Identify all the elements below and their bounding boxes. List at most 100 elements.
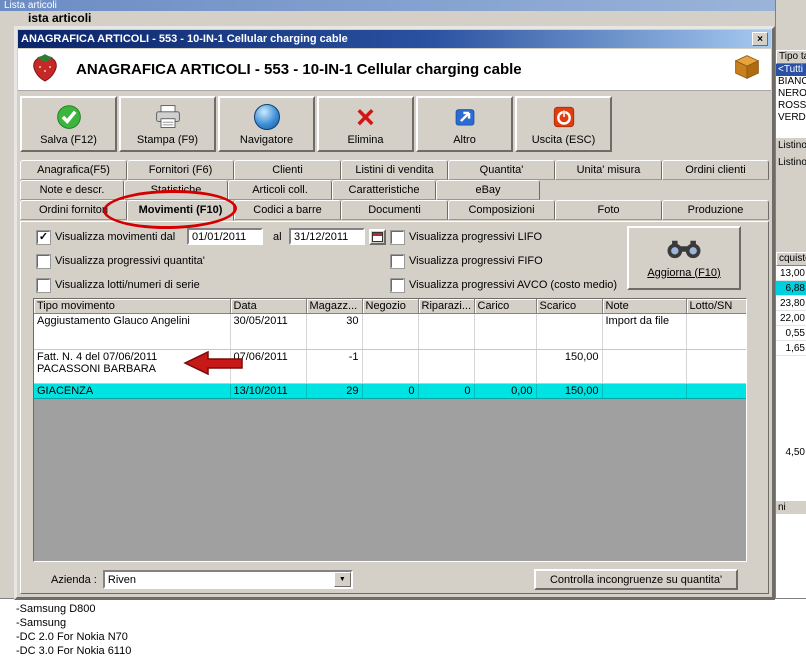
background-table-area [776,514,806,598]
list-item[interactable]: -DC 3.0 For Nokia 6110 [16,644,806,658]
checkbox-progressivi-quantita[interactable]: ✓ Visualizza progressivi quantita' [36,253,205,269]
list-item[interactable]: -Samsung D800 [16,602,806,616]
cell-tipo: GIACENZA [34,383,231,399]
column-header[interactable]: Riparazi... [418,299,475,314]
al-label: al [273,231,282,243]
background-filter-list: <Tutti BIANC NERO ROSS VERD [776,64,806,138]
tab-listini-vendita[interactable]: Listini di vendita [341,160,448,180]
tab-unita-misura[interactable]: Unita' misura [555,160,662,180]
table-row-giacenza[interactable]: GIACENZA 13/10/2011 29 0 0 0,00 150,00 [34,383,746,399]
stampa-button[interactable]: Stampa (F9) [119,96,216,152]
column-header[interactable]: Data [230,299,307,314]
strawberry-icon [28,51,62,88]
cell-negozio: 0 [362,383,419,399]
checkbox-lotti-serie[interactable]: ✓ Visualizza lotti/numeri di serie [36,277,200,293]
tab-anagrafica[interactable]: Anagrafica(F5) [20,160,127,180]
checkbox-progressivi-lifo[interactable]: ✓ Visualizza progressivi LIFO [390,229,542,245]
list-item[interactable]: ROSS [776,100,806,112]
checkbox-icon: ✓ [36,277,51,293]
tab-ebay[interactable]: eBay [436,180,540,200]
azienda-select[interactable]: Riven ▼ [102,570,353,589]
background-window-title: Lista articoli [4,0,57,11]
altro-button[interactable]: Altro [416,96,513,152]
column-header[interactable]: Magazz... [306,299,363,314]
cell-scarico [536,313,603,350]
price-cell: 1,65 [776,341,806,356]
checkbox-icon: ✓ [390,277,405,293]
cell-lotto [686,383,746,399]
screen: Lista articoli ista articoli Tipo ta <Tu… [0,0,806,659]
cell-scarico: 150,00 [536,349,603,384]
checkbox-icon: ✓ [390,253,405,269]
listino-label: Listino [778,140,806,151]
uscita-button[interactable]: Uscita (ESC) [515,96,612,152]
cell-carico: 0,00 [474,383,537,399]
salva-button[interactable]: Salva (F12) [20,96,117,152]
azienda-label: Azienda : [51,573,97,586]
tab-note-descr[interactable]: Note e descr. [20,180,124,200]
price-cell: 13,00 [776,266,806,281]
tab-fornitori[interactable]: Fornitori (F6) [127,160,234,180]
chevron-down-icon[interactable]: ▼ [333,572,351,587]
tab-codici-barre[interactable]: Codici a barre [234,200,341,220]
dialog-header: ANAGRAFICA ARTICOLI - 553 - 10-IN-1 Cell… [18,49,771,91]
close-button[interactable]: × [752,32,768,46]
tab-quantita[interactable]: Quantita' [448,160,555,180]
background-article-list: -Samsung D800 -Samsung -DC 2.0 For Nokia… [0,598,806,659]
list-item[interactable]: -DC 2.0 For Nokia N70 [16,630,806,644]
checkbox-icon: ✓ [390,229,405,245]
table-row[interactable]: Fatt. N. 4 del 07/06/2011 PACASSONI BARB… [34,349,746,384]
tab-caratteristiche[interactable]: Caratteristiche [332,180,436,200]
movimenti-panel: ✓ Visualizza movimenti dal al ✓ Visualiz… [20,221,769,594]
background-price-table: 13,00 6,88 23,80 22,00 0,55 1,65 4,50 [776,266,806,500]
controlla-incongruenze-button[interactable]: Controlla incongruenze su quantita' [534,569,738,590]
delete-x-icon: × [356,99,375,135]
altro-arrow-icon [452,102,478,132]
checkbox-visualizza-movimenti[interactable]: ✓ Visualizza movimenti dal [36,229,175,245]
column-header[interactable]: Note [602,299,687,314]
navigatore-button[interactable]: Navigatore [218,96,315,152]
page-title: ANAGRAFICA ARTICOLI - 553 - 10-IN-1 Cell… [76,61,522,78]
tab-ordini-clienti[interactable]: Ordini clienti [662,160,769,180]
price-cell: 22,00 [776,311,806,326]
calendar-button[interactable] [369,229,386,245]
cell-carico [474,313,537,350]
column-header[interactable]: Carico [474,299,537,314]
list-item[interactable]: <Tutti [776,64,806,76]
azienda-value: Riven [107,573,136,586]
package-icon [733,53,761,86]
tab-documenti[interactable]: Documenti [341,200,448,220]
tab-articoli-coll[interactable]: Articoli coll. [228,180,332,200]
cell-carico [474,349,537,384]
tab-clienti[interactable]: Clienti [234,160,341,180]
tab-produzione[interactable]: Produzione [662,200,769,220]
list-item[interactable]: NERO [776,88,806,100]
list-item[interactable]: -Samsung [16,616,806,630]
date-from-input[interactable] [187,228,263,245]
printer-icon [153,102,183,132]
checkbox-progressivi-avco[interactable]: ✓ Visualizza progressivi AVCO (costo med… [390,277,617,293]
elimina-button[interactable]: × Elimina [317,96,414,152]
background-right-panel: Tipo ta <Tutti BIANC NERO ROSS VERD List… [775,0,806,598]
background-partial-label: ni [776,500,806,514]
column-header[interactable]: Scarico [536,299,603,314]
checkbox-progressivi-fifo[interactable]: ✓ Visualizza progressivi FIFO [390,253,543,269]
cell-negozio [362,313,419,350]
dialog-titlebar[interactable]: ANAGRAFICA ARTICOLI - 553 - 10-IN-1 Cell… [18,30,771,48]
column-header[interactable]: Lotto/SN [686,299,746,314]
close-icon: × [757,33,763,45]
tab-foto[interactable]: Foto [555,200,662,220]
tab-composizioni[interactable]: Composizioni [448,200,555,220]
cell-riparazi [418,349,475,384]
column-header[interactable]: Tipo movimento [34,299,231,314]
date-to-input[interactable] [289,228,365,245]
list-item[interactable]: VERD [776,112,806,124]
list-item[interactable]: BIANC [776,76,806,88]
table-row[interactable]: Aggiustamento Glauco Angelini 30/05/2011… [34,313,746,350]
aggiorna-button[interactable]: Aggiorna (F10) [627,226,741,290]
listino-label: Listino [778,157,806,168]
exit-power-icon [551,102,577,132]
background-window-titlebar[interactable]: Lista articoli [0,0,806,11]
column-header[interactable]: Negozio [362,299,419,314]
binoculars-icon [664,238,704,263]
